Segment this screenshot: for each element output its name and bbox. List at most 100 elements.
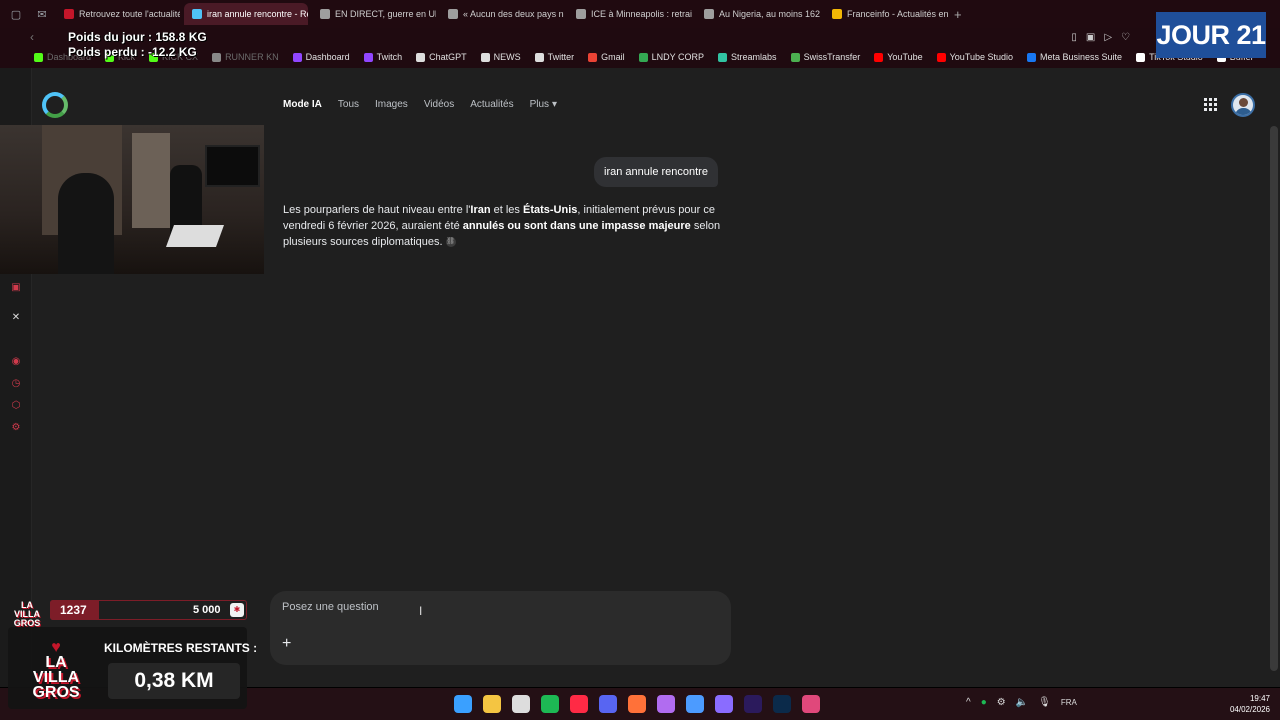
tab-label: « Aucun des deux pays ne [463, 9, 564, 19]
taskbar-files-icon[interactable] [483, 695, 501, 713]
logo-line1: LA VILLA [32, 654, 80, 686]
browser-tab[interactable]: iran annule rencontre - Re [184, 3, 308, 25]
bookmark-item[interactable]: Meta Business Suite [1027, 52, 1122, 62]
sidebar-extensions-icon[interactable]: ⬡ [10, 400, 22, 412]
bookmark-icon [534, 52, 544, 62]
bookmark-label: NEWS [493, 52, 521, 62]
taskbar-spotify-icon[interactable] [541, 695, 559, 713]
search-tab[interactable]: Vidéos [424, 99, 454, 110]
taskbar-opera-icon[interactable] [570, 695, 588, 713]
bookmark-item[interactable]: SwissTransfer [790, 52, 860, 62]
add-attachment-button[interactable]: + [282, 635, 291, 653]
search-tab[interactable]: Plus [530, 99, 549, 110]
progress-goal: 5 000 [193, 604, 221, 616]
clock-time: 19:47 [1249, 694, 1270, 703]
apps-grid-icon[interactable] [1204, 98, 1217, 111]
taskbar-start-icon[interactable] [454, 695, 472, 713]
taskbar-photoshop-icon[interactable] [773, 695, 791, 713]
bookmark-icon [1136, 52, 1146, 62]
google-logo-icon[interactable] [42, 92, 68, 118]
bookmark-icon[interactable]: ▯ [1071, 32, 1077, 43]
address-bar-icons: ▯ ▣ ▷ ♡ [1071, 32, 1130, 43]
tab-workspace-icon[interactable]: ✉ [32, 4, 52, 24]
bookmark-label: Streamlabs [731, 52, 777, 62]
taskbar-streamlabs-icon[interactable] [657, 695, 675, 713]
tab-search-icon[interactable]: ▢ [6, 4, 26, 24]
bookmark-item[interactable]: YouTube Studio [936, 52, 1014, 62]
ask-input[interactable] [282, 601, 582, 613]
taskbar-grid-icon[interactable] [715, 695, 733, 713]
browser-tab[interactable]: Franceinfo - Actualités en [824, 3, 948, 25]
heart-icon: ♥ [51, 639, 61, 656]
sidebar-player-icon[interactable]: ◉ [10, 356, 22, 368]
tab-favicon-icon [320, 9, 330, 19]
sidebar-settings-icon[interactable]: ⚙ [10, 422, 22, 434]
bookmark-label: YouTube [887, 52, 923, 62]
browser-tab[interactable]: Retrouvez toute l'actualité [56, 3, 180, 25]
bookmark-item[interactable]: YouTube [874, 52, 923, 62]
screenshot-icon[interactable]: ▣ [1086, 32, 1095, 43]
km-panel: ♥ LA VILLA GROS KILOMÈTRES RESTANTS : 0,… [8, 627, 257, 709]
clock[interactable]: 19:47 04/02/2026 [1224, 693, 1270, 715]
bookmark-label: YouTube Studio [949, 52, 1014, 62]
bookmark-label: Twitch [376, 52, 403, 62]
heart-icon[interactable]: ♡ [1121, 32, 1130, 43]
webcam-window [132, 133, 170, 228]
source-link-icon[interactable]: ⛓ [445, 237, 456, 248]
bookmark-label: Dashboard [305, 52, 350, 62]
bookmark-item[interactable]: NEWS [480, 52, 521, 62]
back-icon[interactable]: ‹ [30, 30, 34, 44]
sidebar-twitter-icon[interactable]: ✕ [10, 312, 22, 324]
taskbar-app-icon[interactable] [686, 695, 704, 713]
new-tab-button[interactable]: + [954, 7, 962, 22]
language-indicator[interactable]: FRA [1061, 698, 1077, 707]
sidebar-history-icon[interactable]: ◷ [10, 378, 22, 390]
taskbar-pin-icon[interactable] [802, 695, 820, 713]
logo-line2: GROS [32, 684, 80, 701]
search-tab[interactable]: Images [375, 99, 408, 110]
avatar[interactable] [1231, 93, 1255, 117]
bookmark-item[interactable]: Streamlabs [718, 52, 777, 62]
bookmark-item[interactable]: Twitter [534, 52, 574, 62]
search-tab[interactable]: Mode IA [283, 99, 322, 110]
browser-tab[interactable]: EN DIRECT, guerre en Ukr [312, 3, 436, 25]
play-icon[interactable]: ▷ [1104, 32, 1112, 43]
tray-spotify-icon[interactable]: ● [981, 697, 987, 708]
browser-tab[interactable]: ICE à Minneapolis : retrait [568, 3, 692, 25]
taskbar-discord-icon[interactable] [599, 695, 617, 713]
bookmark-item[interactable]: ChatGPT [416, 52, 467, 62]
page-scrollbar[interactable] [1270, 126, 1278, 671]
villa-logo: ♥ LA VILLA GROS [24, 639, 88, 701]
browser-tab[interactable]: Au Nigeria, au moins 162 p [696, 3, 820, 25]
tray-steam-icon[interactable]: ⚙ [997, 697, 1006, 708]
bookmark-item[interactable]: Gmail [588, 52, 625, 62]
bookmark-icon [638, 52, 648, 62]
webcam-person [58, 173, 114, 274]
bookmark-icon [790, 52, 800, 62]
tray-volume-icon[interactable]: 🔈 [1016, 697, 1028, 708]
bookmark-item[interactable]: Twitch [363, 52, 403, 62]
sidebar-twitch-icon[interactable]: ▣ [10, 282, 22, 294]
tab-label: ICE à Minneapolis : retrait [591, 9, 692, 19]
answer-bold: annulés ou sont dans une impasse majeure [462, 220, 691, 232]
bookmark-item[interactable]: Dashboard [292, 52, 350, 62]
taskbar-premiere-icon[interactable] [744, 695, 762, 713]
bookmark-icon [212, 52, 222, 62]
browser-tab-strip: ▢ ✉ Retrouvez toute l'actualité iran annu… [0, 0, 1280, 28]
tray-mic-icon[interactable]: 🎙 [1038, 697, 1051, 708]
search-tab[interactable]: Actualités [470, 99, 513, 110]
bookmark-icon [718, 52, 728, 62]
bookmark-item[interactable]: LNDY CORP [638, 52, 704, 62]
search-tab[interactable]: Tous [338, 99, 359, 110]
bookmark-icon [874, 52, 884, 62]
taskbar-firefox-icon[interactable] [628, 695, 646, 713]
tab-label: EN DIRECT, guerre en Ukr [335, 9, 436, 19]
tray-chevron-icon[interactable]: ^ [966, 697, 971, 708]
progress-current: 1237 [60, 603, 87, 617]
bookmark-item[interactable]: RUNNER KN [212, 52, 279, 62]
tab-favicon-icon [448, 9, 458, 19]
taskbar-chrome-icon[interactable] [512, 695, 530, 713]
browser-tab[interactable]: « Aucun des deux pays ne [440, 3, 564, 25]
weight-overlay: Poids du jour : 158.8 KG Poids perdu : -… [68, 30, 207, 60]
tab-favicon-icon [576, 9, 586, 19]
